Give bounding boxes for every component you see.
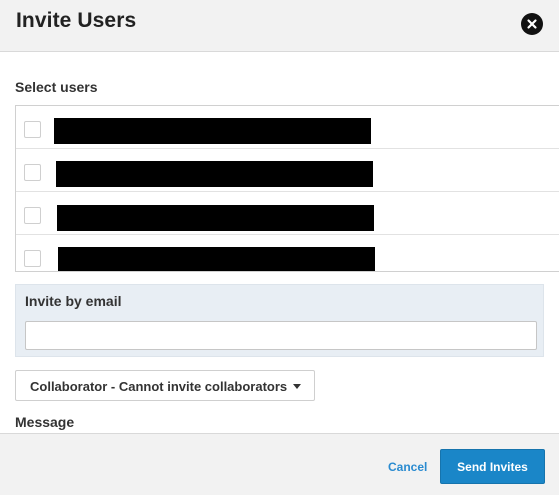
dialog-title: Invite Users bbox=[16, 9, 137, 32]
dialog-footer: Cancel Send Invites bbox=[0, 433, 559, 495]
user-checkbox[interactable] bbox=[24, 121, 41, 138]
invite-by-email-label: Invite by email bbox=[25, 293, 122, 309]
select-users-label: Select users bbox=[15, 79, 98, 95]
caret-down-icon bbox=[293, 384, 301, 389]
redacted-user-name bbox=[54, 118, 371, 144]
user-row[interactable] bbox=[16, 106, 559, 149]
invite-by-email-panel: Invite by email bbox=[15, 284, 544, 357]
cancel-button[interactable]: Cancel bbox=[388, 460, 427, 474]
close-icon bbox=[527, 19, 537, 29]
user-checkbox[interactable] bbox=[24, 207, 41, 224]
user-checkbox[interactable] bbox=[24, 164, 41, 181]
close-button[interactable] bbox=[521, 13, 543, 35]
user-row[interactable] bbox=[16, 235, 559, 271]
redacted-user-name bbox=[58, 247, 375, 271]
role-selected-label: Collaborator - Cannot invite collaborato… bbox=[30, 379, 288, 394]
message-label: Message bbox=[15, 414, 75, 430]
user-checkbox[interactable] bbox=[24, 250, 41, 267]
user-row[interactable] bbox=[16, 192, 559, 235]
user-list[interactable] bbox=[15, 105, 559, 272]
role-dropdown[interactable]: Collaborator - Cannot invite collaborato… bbox=[15, 370, 315, 401]
send-invites-button[interactable]: Send Invites bbox=[440, 449, 545, 484]
user-row[interactable] bbox=[16, 149, 559, 192]
dialog-header: Invite Users bbox=[0, 0, 559, 52]
redacted-user-name bbox=[56, 161, 373, 187]
email-input[interactable] bbox=[25, 321, 537, 350]
redacted-user-name bbox=[57, 205, 374, 231]
